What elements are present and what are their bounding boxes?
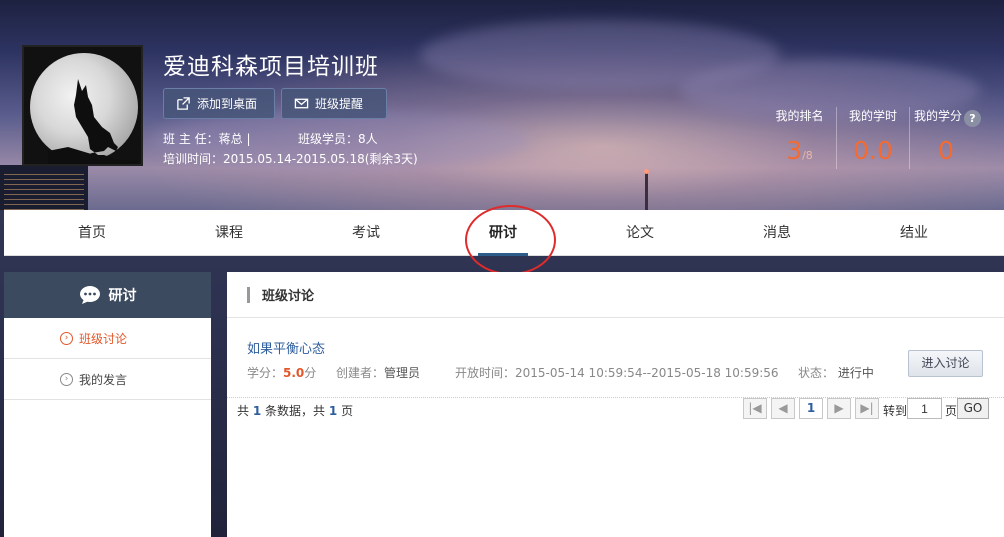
credit-label: 学分： xyxy=(247,366,284,380)
title-bar-marker xyxy=(247,286,250,303)
teacher-info: 班 主 任：蒋总 | xyxy=(163,130,251,147)
first-page-button[interactable]: |◀ xyxy=(743,398,767,419)
status-label: 状态： xyxy=(798,366,835,380)
chevron-circle-icon: › xyxy=(60,331,73,345)
stat-credits: 我的学分 0 xyxy=(909,107,969,169)
credit-unit: 分 xyxy=(304,366,317,380)
enter-discussion-button[interactable]: 进入讨论 xyxy=(908,350,983,377)
tab-home[interactable]: 首页 xyxy=(42,210,142,256)
tower-spire xyxy=(644,169,649,210)
chevron-circle-icon: › xyxy=(60,372,73,386)
stat-credits-label: 我的学分 xyxy=(914,109,963,123)
chat-bubble-icon xyxy=(79,286,100,304)
main-panel: 班级讨论 如果平衡心态 学分：5.0分 创建者：管理员 开放时间：2015-05… xyxy=(227,272,1004,537)
class-avatar xyxy=(22,45,143,166)
pager-summary: 共 1 条数据，共 1 页 xyxy=(237,402,353,419)
sidebar-title: 研讨 xyxy=(108,288,137,304)
class-title: 爱迪科森项目培训班 xyxy=(163,54,379,80)
teacher-value: 蒋总 | xyxy=(218,132,251,146)
status-value: 进行中 xyxy=(837,366,874,380)
stat-rank-value: 3 xyxy=(786,136,803,165)
pager-pages-unit: 页 xyxy=(341,404,354,418)
pager-total-pages: 1 xyxy=(328,404,338,418)
stat-hours: 我的学时 0.0 xyxy=(836,107,909,169)
class-reminder-button[interactable]: 班级提醒 xyxy=(281,88,387,119)
sidebar-item-class-discussion[interactable]: › 班级讨论 xyxy=(4,318,211,359)
discussion-open-time: 开放时间：2015-05-14 10:59:54--2015-05-18 10:… xyxy=(455,366,779,380)
discussion-status: 状态： 进行中 xyxy=(798,364,874,381)
prev-page-button[interactable]: ◀ xyxy=(771,398,795,419)
add-to-desktop-label: 添加到桌面 xyxy=(197,97,258,111)
sidebar-item-label: 我的发言 xyxy=(79,372,128,387)
go-button[interactable]: GO xyxy=(957,398,989,419)
stat-rank-suffix: /8 xyxy=(802,149,813,162)
help-icon[interactable]: ? xyxy=(964,110,981,127)
stat-hours-value: 0.0 xyxy=(853,136,893,165)
tab-graduation[interactable]: 结业 xyxy=(864,210,964,256)
stat-rank-label: 我的排名 xyxy=(775,109,824,123)
credit-value: 5.0 xyxy=(283,366,305,380)
students-info: 班级学员：8人 xyxy=(298,130,378,147)
add-to-desktop-button[interactable]: 添加到桌面 xyxy=(163,88,275,119)
pager-total-records: 1 xyxy=(252,404,262,418)
highlight-circle-annotation xyxy=(465,205,556,275)
pager-records-unit: 条数据，共 xyxy=(265,404,326,418)
external-link-icon xyxy=(177,97,190,110)
teacher-label: 班 主 任： xyxy=(163,132,219,146)
current-page-button[interactable]: 1 xyxy=(799,398,823,419)
header-banner xyxy=(0,0,1004,210)
sidebar: 研讨 › 班级讨论 › 我的发言 xyxy=(4,272,211,537)
panel-title: 班级讨论 xyxy=(262,289,315,304)
panel-header: 班级讨论 xyxy=(227,272,1004,318)
tab-course[interactable]: 课程 xyxy=(179,210,279,256)
students-value: 8人 xyxy=(358,132,378,146)
discussion-row: 如果平衡心态 学分：5.0分 创建者：管理员 开放时间：2015-05-14 1… xyxy=(227,318,1004,398)
sidebar-item-my-posts[interactable]: › 我的发言 xyxy=(4,359,211,400)
city-building xyxy=(0,165,88,210)
students-label: 班级学员： xyxy=(298,132,359,146)
goto-page-input[interactable] xyxy=(907,398,942,419)
discussion-creator: 创建者：管理员 xyxy=(336,364,420,381)
sidebar-header: 研讨 xyxy=(4,272,211,318)
last-page-button[interactable]: ▶| xyxy=(855,398,879,419)
discussion-title-link[interactable]: 如果平衡心态 xyxy=(247,338,325,357)
creator-value: 管理员 xyxy=(384,366,421,380)
stat-rank: 我的排名 3/8 xyxy=(763,107,836,169)
creator-label: 创建者： xyxy=(336,366,385,380)
page-unit-label: 页 xyxy=(945,404,958,418)
tab-message[interactable]: 消息 xyxy=(727,210,827,256)
tab-exam[interactable]: 考试 xyxy=(316,210,416,256)
sidebar-item-label: 班级讨论 xyxy=(79,331,128,346)
class-reminder-label: 班级提醒 xyxy=(315,97,364,111)
envelope-icon xyxy=(294,98,309,109)
goto-label: 转到 xyxy=(883,404,908,418)
discussion-credit: 学分：5.0分 xyxy=(247,364,316,381)
stat-hours-label: 我的学时 xyxy=(848,109,897,123)
howling-wolf-icon xyxy=(48,79,138,164)
stat-credits-value: 0 xyxy=(938,136,954,165)
pager-prefix: 共 xyxy=(237,404,250,418)
next-page-button[interactable]: ▶ xyxy=(827,398,851,419)
tab-paper[interactable]: 论文 xyxy=(590,210,690,256)
training-time: 培训时间：2015.05.14-2015.05.18(剩余3天) xyxy=(163,152,418,166)
